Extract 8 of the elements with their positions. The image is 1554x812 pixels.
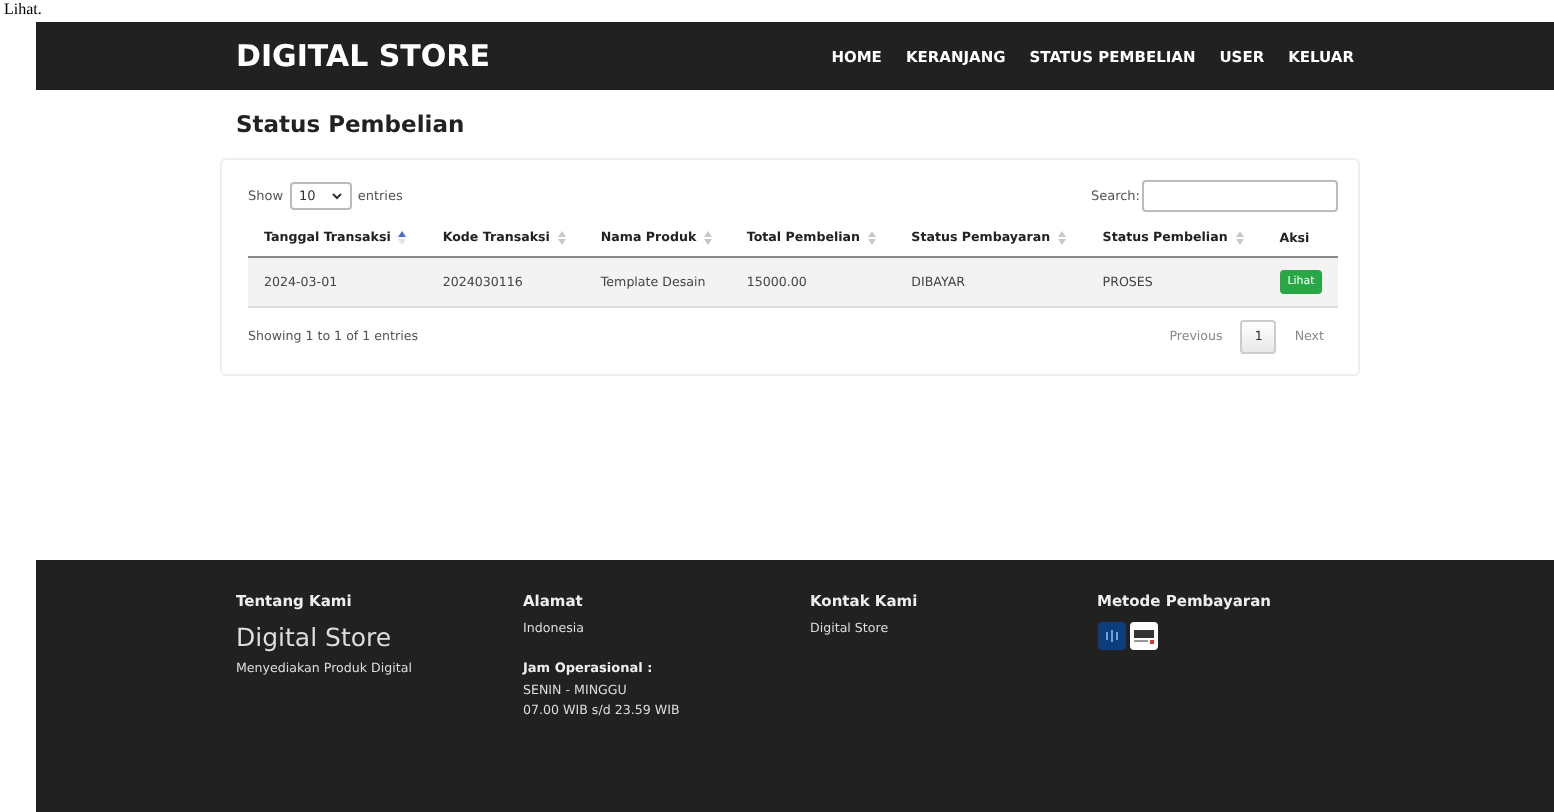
search-field[interactable] bbox=[1142, 180, 1338, 212]
brand-logo[interactable]: DIGITAL STORE bbox=[236, 38, 490, 74]
page-title: Status Pembelian bbox=[234, 108, 467, 142]
caret-icon bbox=[331, 192, 342, 200]
footer-brand: Digital Store bbox=[236, 622, 394, 652]
caption-text: Lihat. bbox=[4, 0, 42, 20]
payment-icon bbox=[1129, 622, 1157, 650]
payment-icon bbox=[1097, 622, 1125, 650]
